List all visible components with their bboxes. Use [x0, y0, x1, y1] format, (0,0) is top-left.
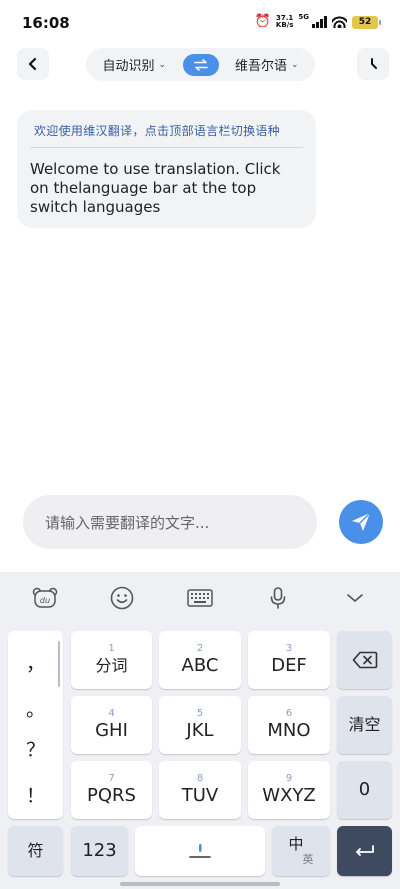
- symbol-key[interactable]: 符: [8, 826, 63, 876]
- send-icon: [352, 512, 371, 531]
- punct-question-key[interactable]: ？: [8, 735, 63, 762]
- key-number: 2: [196, 643, 204, 654]
- backspace-key[interactable]: [337, 631, 392, 689]
- key-2-abc[interactable]: 2 ABC: [159, 631, 241, 689]
- status-bar: 16:08 ⏰ 37.1 KB/s 5G 52: [0, 0, 400, 44]
- microphone-icon[interactable]: [258, 578, 298, 618]
- key-label: PQRS: [87, 785, 136, 806]
- key-9-wxyz[interactable]: 9 WXYZ: [248, 761, 330, 819]
- input-placeholder: 请输入需要翻译的文字...: [45, 513, 210, 532]
- key-label: 123: [82, 840, 117, 861]
- keyboard-icon[interactable]: [180, 578, 220, 618]
- numeric-key[interactable]: 123: [71, 826, 128, 876]
- key-label: WXYZ: [262, 785, 316, 806]
- svg-text:du: du: [40, 596, 50, 605]
- punct-exclaim-key[interactable]: ！: [8, 781, 63, 808]
- key-number: 4: [108, 708, 115, 719]
- source-language-label: 自动识别: [102, 59, 155, 74]
- status-time: 16:08: [22, 14, 70, 32]
- welcome-chinese-text: 欢迎使用维汉翻译，点击顶部语言栏切换语种: [30, 120, 303, 148]
- space-key[interactable]: [135, 826, 265, 876]
- key-label: DEF: [271, 655, 307, 676]
- key-number: 8: [196, 773, 204, 784]
- clear-key[interactable]: 清空: [337, 696, 392, 754]
- key-number: 7: [108, 773, 115, 784]
- key-7-pqrs[interactable]: 7 PQRS: [71, 761, 152, 819]
- language-switch-key[interactable]: 中 英: [272, 826, 330, 876]
- key-label: 分词: [95, 656, 128, 675]
- enter-icon: [355, 845, 374, 856]
- keyboard-toolbar: du: [0, 572, 400, 624]
- key-4-ghi[interactable]: 4 GHI: [71, 696, 152, 754]
- clock-icon: [371, 58, 377, 69]
- key-3-def[interactable]: 3 DEF: [248, 631, 330, 689]
- key-number: 6: [285, 708, 293, 719]
- alarm-icon: ⏰: [254, 14, 271, 29]
- home-indicator[interactable]: [120, 882, 280, 886]
- target-language-selector[interactable]: 维吾尔语 ⌄: [219, 55, 316, 74]
- key-6-mno[interactable]: 6 MNO: [248, 696, 330, 754]
- wifi-icon: [332, 16, 347, 28]
- status-icons: ⏰ 37.1 KB/s 5G 52: [254, 13, 381, 30]
- lang-sub-label: 英: [302, 853, 314, 866]
- speed-unit: KB/s: [275, 21, 294, 29]
- chevron-left-icon: [28, 57, 37, 71]
- welcome-english-text: Welcome to use translation. Click on the…: [30, 160, 281, 216]
- swap-languages-button[interactable]: [182, 53, 219, 76]
- key-label: 符: [27, 841, 44, 860]
- network-speed: 37.1 KB/s: [276, 15, 293, 29]
- key-1-fenci[interactable]: 1 分词: [71, 631, 152, 689]
- back-button[interactable]: [17, 48, 49, 80]
- key-label: GHI: [95, 720, 128, 741]
- welcome-message-card: 欢迎使用维汉翻译，点击顶部语言栏切换语种 Welcome to use tran…: [17, 110, 316, 228]
- key-label: MNO: [267, 720, 311, 741]
- du-bear-icon[interactable]: du: [25, 578, 65, 618]
- target-language-label: 维吾尔语: [234, 59, 287, 74]
- battery-icon: 52: [352, 15, 381, 29]
- punct-period-key[interactable]: 。: [8, 695, 63, 722]
- collapse-keyboard-icon[interactable]: [335, 578, 375, 618]
- send-button[interactable]: [339, 500, 383, 544]
- key-label: JKL: [186, 720, 214, 741]
- key-label: 0: [358, 779, 371, 800]
- emoji-icon[interactable]: [102, 578, 142, 618]
- key-number: 3: [285, 643, 293, 654]
- history-button[interactable]: [357, 48, 389, 80]
- language-bar[interactable]: 自动识别 ⌄ 维吾尔语 ⌄: [86, 48, 315, 81]
- key-label: TUV: [181, 785, 219, 806]
- key-label: 清空: [348, 715, 381, 734]
- key-label: ABC: [181, 655, 219, 676]
- chevron-down-icon: ⌄: [290, 59, 299, 70]
- signal-icon: [312, 16, 327, 28]
- translation-input[interactable]: 请输入需要翻译的文字...: [23, 495, 317, 549]
- key-number: 9: [285, 773, 293, 784]
- key-number: 1: [108, 643, 115, 654]
- space-mic-icon: [189, 844, 211, 858]
- lang-main-label: 中: [288, 835, 304, 853]
- key-5-jkl[interactable]: 5 JKL: [159, 696, 241, 754]
- backspace-icon: [352, 651, 377, 669]
- network-type: 5G: [298, 13, 309, 21]
- punct-comma-key[interactable]: ，: [8, 649, 63, 676]
- chevron-down-icon: ⌄: [158, 59, 167, 70]
- enter-key[interactable]: [337, 826, 392, 876]
- swap-arrows-icon: [193, 58, 208, 71]
- punctuation-column[interactable]: ， 。 ？ ！: [8, 631, 63, 819]
- key-0[interactable]: 0: [337, 761, 392, 819]
- source-language-selector[interactable]: 自动识别 ⌄: [86, 55, 183, 74]
- key-8-tuv[interactable]: 8 TUV: [159, 761, 241, 819]
- key-number: 5: [196, 708, 204, 719]
